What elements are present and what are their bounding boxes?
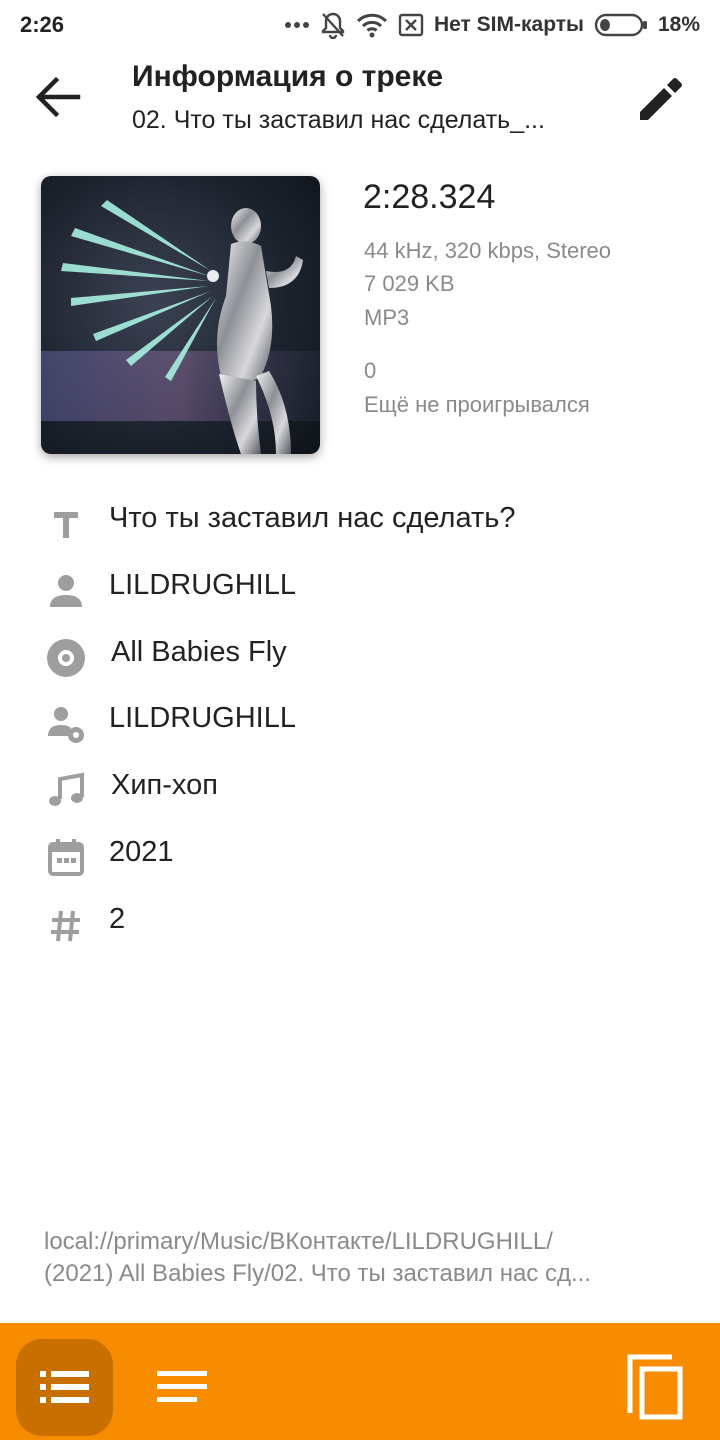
copy-icon — [627, 1354, 683, 1420]
track-number-icon — [44, 903, 88, 947]
field-track-number-value: 2 — [109, 903, 126, 935]
last-played: Ещё не проигрывался — [364, 392, 590, 417]
back-button[interactable] — [26, 70, 90, 124]
field-artist-value: LILDRUGHILL — [109, 569, 296, 601]
field-title-value: Что ты заставил нас сделать? — [109, 502, 516, 534]
file-path-line-1: local://primary/Music/ВКонтакте/LILDRUGH… — [44, 1228, 553, 1255]
arrow-left-icon — [35, 76, 81, 118]
copy-button[interactable] — [614, 1339, 696, 1436]
field-genre[interactable]: Хип-хоп — [0, 759, 720, 819]
album-icon — [44, 636, 88, 680]
field-album-value: All Babies Fly — [111, 636, 287, 668]
genre-icon — [44, 769, 88, 813]
edit-button[interactable] — [628, 68, 692, 128]
title-icon — [44, 502, 88, 546]
battery-percent: 18% — [657, 13, 700, 36]
field-genre-value: Хип-хоп — [111, 769, 218, 801]
album-art-image — [41, 176, 320, 454]
tags-list-button[interactable] — [16, 1339, 113, 1436]
file-size: 7 029 KB — [364, 271, 455, 296]
file-path-line-2: (2021) All Babies Fly/02. Что ты застави… — [44, 1260, 591, 1287]
artist-icon — [44, 569, 88, 613]
status-icons: Нет SIM-карты 18% — [284, 10, 700, 40]
app-bar: Информация о треке 02. Что ты заставил н… — [0, 52, 720, 148]
field-track-number[interactable]: 2 — [0, 893, 720, 953]
lyrics-button[interactable] — [140, 1339, 222, 1436]
calendar-icon — [44, 836, 88, 880]
text-lines-icon — [157, 1371, 207, 1402]
wifi-icon — [356, 12, 388, 38]
list-bullets-icon — [40, 1371, 89, 1403]
status-bar: 2:26 Нет SIM-карты 18% — [0, 0, 720, 52]
field-album-artist-value: LILDRUGHILL — [109, 702, 296, 734]
battery-icon — [594, 13, 648, 37]
album-cover[interactable] — [41, 176, 320, 454]
field-album[interactable]: All Babies Fly — [0, 626, 720, 686]
field-year[interactable]: 2021 — [0, 826, 720, 886]
track-duration: 2:28.324 — [363, 178, 496, 216]
file-path[interactable]: local://primary/Music/ВКонтакте/LILDRUGH… — [44, 1226, 684, 1290]
format-info: 44 kHz, 320 kbps, Stereo — [364, 238, 612, 263]
page-subtitle: 02. Что ты заставил нас сделать_... — [132, 106, 545, 134]
more-dots-icon — [284, 20, 310, 30]
album-artist-icon — [44, 702, 88, 746]
bell-off-icon — [320, 11, 346, 39]
field-year-value: 2021 — [109, 836, 174, 868]
play-count: 0 — [364, 358, 377, 383]
no-sim-icon — [398, 13, 424, 37]
carrier-text: Нет SIM-карты — [433, 13, 584, 36]
page-title: Информация о треке — [132, 60, 444, 93]
field-title[interactable]: Что ты заставил нас сделать? — [0, 492, 720, 552]
bottom-toolbar — [0, 1323, 720, 1440]
field-artist[interactable]: LILDRUGHILL — [0, 559, 720, 619]
status-time: 2:26 — [20, 12, 65, 37]
codec: MP3 — [364, 305, 410, 330]
field-album-artist[interactable]: LILDRUGHILL — [0, 692, 720, 752]
pencil-icon — [640, 78, 682, 120]
